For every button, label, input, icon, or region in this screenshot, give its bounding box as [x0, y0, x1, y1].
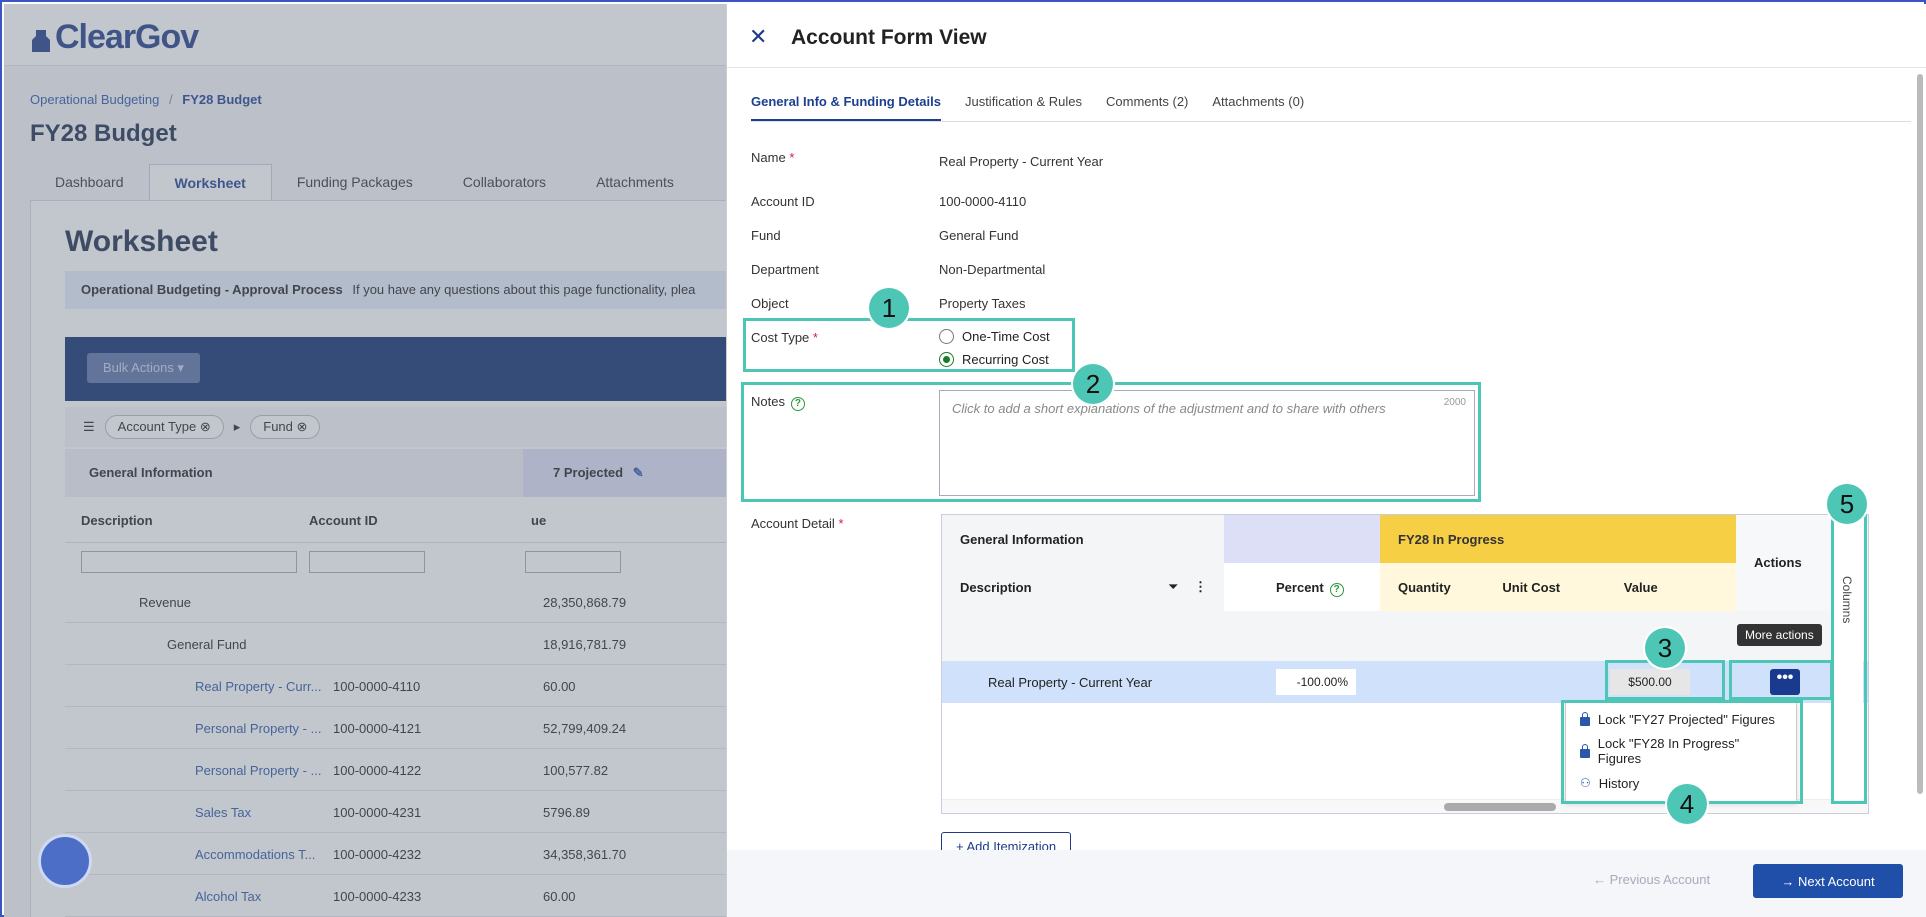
account-form-drawer: ✕ Account Form View General Info & Fundi…	[726, 4, 1926, 917]
notes-label: Notes?	[751, 394, 805, 411]
required-marker: *	[812, 330, 818, 345]
tab-justification[interactable]: Justification & Rules	[965, 90, 1082, 121]
name-label: Name *	[751, 150, 794, 165]
grid-col-value[interactable]: Value	[1624, 580, 1658, 595]
grid-col-unit-cost[interactable]: Unit Cost	[1502, 580, 1560, 595]
drawer-footer: ← Previous Account → Next Account	[727, 850, 1926, 917]
radio-circle	[939, 329, 954, 344]
menu-item-label: Lock "FY28 In Progress" Figures	[1597, 736, 1740, 766]
account-detail-label-text: Account Detail	[751, 516, 835, 531]
close-icon[interactable]: ✕	[749, 24, 767, 50]
object-label: Object	[751, 296, 789, 311]
radio-label: Recurring Cost	[962, 352, 1049, 367]
notes-placeholder: Click to add a short explanations of the…	[952, 401, 1386, 416]
grid-group-projected	[1224, 515, 1380, 563]
cost-type-label-text: Cost Type	[751, 330, 810, 345]
grid-col-description[interactable]: Description ⏷ ⋮	[942, 563, 1224, 611]
callout-badge: 3	[1645, 628, 1685, 668]
cost-type-label: Cost Type *	[751, 330, 818, 345]
required-marker: *	[838, 516, 844, 531]
history-icon: ⚇	[1580, 776, 1591, 790]
grid-col-description-label: Description	[960, 580, 1032, 595]
drawer-title: Account Form View	[791, 26, 987, 49]
more-actions-tooltip: More actions	[1737, 624, 1822, 646]
help-icon[interactable]: ?	[1329, 583, 1344, 597]
menu-item-lock-fy28[interactable]: Lock "FY28 In Progress" Figures	[1566, 735, 1796, 767]
help-icon[interactable]: ?	[790, 397, 805, 411]
grid-col-percent[interactable]: Percent?	[1224, 563, 1380, 611]
tab-comments[interactable]: Comments (2)	[1106, 90, 1188, 121]
background-page: ClearGov Operational Budgeting / FY28 Bu…	[4, 4, 1926, 917]
callout-badge: 2	[1073, 364, 1113, 404]
menu-item-label: History	[1598, 775, 1640, 791]
account-id-label: Account ID	[751, 194, 815, 209]
menu-item-lock-fy27[interactable]: Lock "FY27 Projected" Figures	[1566, 703, 1796, 735]
department-value: Non-Departmental	[939, 262, 1046, 277]
lock-icon	[1580, 743, 1590, 758]
radio-label: One-Time Cost	[962, 329, 1050, 344]
drawer-tabs: General Info & Funding Details Justifica…	[751, 90, 1911, 122]
object-value: Property Taxes	[939, 296, 1026, 311]
previous-account-button[interactable]: ← Previous Account	[1593, 872, 1710, 887]
name-value: Real Property - Current Year	[939, 154, 1104, 169]
percent-cell[interactable]: -100.00%	[1276, 669, 1356, 695]
scrollbar-thumb[interactable]	[1444, 803, 1556, 811]
columns-label: Columns	[1840, 576, 1854, 624]
radio-circle-selected	[939, 352, 954, 367]
more-actions-button[interactable]: •••	[1770, 669, 1800, 695]
next-account-button[interactable]: → Next Account	[1753, 864, 1903, 898]
grid-group-row	[942, 611, 1868, 661]
recurring-cost-radio[interactable]: Recurring Cost	[939, 352, 1049, 367]
one-time-cost-radio[interactable]: One-Time Cost	[939, 329, 1050, 344]
drawer-vertical-scrollbar[interactable]	[1917, 74, 1923, 794]
grid-col-fy28-subheaders: Quantity Unit Cost Value	[1380, 563, 1736, 611]
menu-item-label: Lock "FY27 Projected" Figures	[1598, 711, 1775, 727]
tab-general-info[interactable]: General Info & Funding Details	[751, 90, 941, 121]
callout-badge: 5	[1827, 484, 1867, 524]
account-detail-label: Account Detail *	[751, 516, 844, 531]
callout-badge: 4	[1667, 784, 1707, 824]
department-label: Department	[751, 262, 819, 277]
grid-group-general: General Information	[942, 515, 1224, 563]
notes-char-limit: 2000	[1443, 397, 1466, 408]
callout-badge: 1	[869, 288, 909, 328]
screen-frame: ClearGov Operational Budgeting / FY28 Bu…	[0, 0, 1926, 917]
value-cell[interactable]: $500.00	[1610, 669, 1690, 695]
grid-col-quantity[interactable]: Quantity	[1398, 580, 1451, 595]
account-id-value: 100-0000-4110	[939, 194, 1027, 209]
grid-row-description: Real Property - Current Year	[988, 675, 1153, 690]
notes-label-text: Notes	[751, 394, 785, 409]
tab-attachments[interactable]: Attachments (0)	[1212, 90, 1304, 121]
column-menu-icon[interactable]: ⋮	[1194, 579, 1207, 595]
fund-value: General Fund	[939, 228, 1019, 243]
fund-label: Fund	[751, 228, 781, 243]
drawer-header: ✕ Account Form View	[727, 4, 1926, 68]
filter-icon[interactable]: ⏷	[1168, 579, 1178, 595]
grid-row-selected[interactable]: Real Property - Current Year	[942, 661, 1868, 703]
required-marker: *	[789, 150, 795, 165]
assistant-bot-icon[interactable]	[38, 834, 92, 888]
lock-icon	[1580, 711, 1590, 726]
grid-group-fy28: FY28 In Progress	[1380, 515, 1736, 563]
columns-side-panel-toggle[interactable]: Columns	[1833, 516, 1863, 800]
modal-overlay[interactable]	[4, 4, 726, 917]
grid-col-percent-label: Percent	[1276, 580, 1324, 595]
name-label-text: Name	[751, 150, 786, 165]
notes-textarea[interactable]: Click to add a short explanations of the…	[939, 390, 1475, 496]
